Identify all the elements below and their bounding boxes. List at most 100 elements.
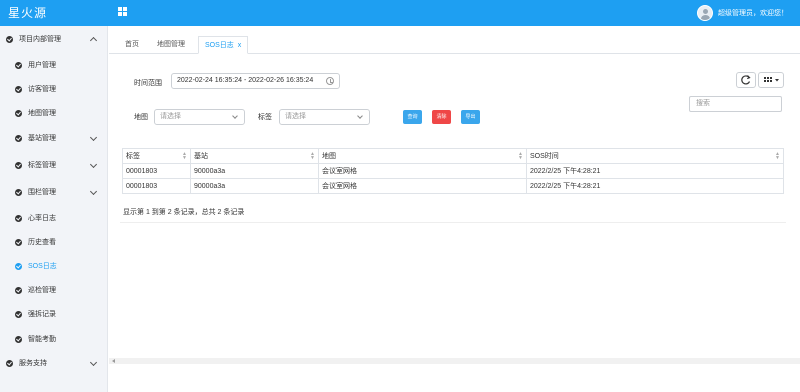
time-range-value: 2022-02-24 16:35:24 - 2022-02-26 16:35:2… <box>177 77 314 84</box>
time-range-label: 时间范围 <box>134 80 162 87</box>
time-range-input[interactable]: 2022-02-24 16:35:24 - 2022-02-26 16:35:2… <box>171 73 340 89</box>
sidebar-item-label: 基站管理 <box>28 135 56 142</box>
tab-map-management[interactable]: 地图管理 <box>151 36 191 54</box>
check-circle-icon <box>6 35 13 43</box>
check-circle-icon <box>15 161 22 169</box>
columns-toggle-button[interactable] <box>758 72 784 88</box>
search-placeholder: 搜索 <box>696 100 710 107</box>
sort-icon: ▲ ▼ <box>518 151 523 161</box>
close-icon[interactable]: x <box>238 42 242 49</box>
horizontal-scrollbar[interactable] <box>109 358 800 364</box>
sidebar-item-fences[interactable]: 围栏管理 <box>0 179 107 205</box>
sidebar-item-users[interactable]: 用户管理 <box>0 52 107 78</box>
tab-label: 首页 <box>125 41 139 48</box>
sidebar-item-label: 地图管理 <box>28 110 56 117</box>
sidebar-item-base-stations[interactable]: 基站管理 <box>0 125 107 151</box>
sidebar-item-tamper-records[interactable]: 强拆记录 <box>0 301 107 327</box>
sidebar-item-visitors[interactable]: 访客管理 <box>0 76 107 102</box>
chevron-down-icon <box>357 113 363 119</box>
chevron-up-icon <box>89 36 98 45</box>
sidebar-item-attendance[interactable]: 智能考勤 <box>0 326 107 352</box>
map-select-placeholder: 请选择 <box>160 113 181 120</box>
check-circle-icon <box>15 61 22 69</box>
tag-select[interactable]: 请选择 <box>279 109 370 125</box>
chevron-down-icon <box>89 160 98 169</box>
sidebar-item-tags[interactable]: 标签管理 <box>0 152 107 178</box>
column-header-map[interactable]: 地图 ▲ ▼ <box>318 148 527 164</box>
avatar[interactable] <box>697 5 713 21</box>
table-cell: 90000a3a <box>190 178 319 194</box>
clear-button[interactable]: 清除 <box>432 110 451 124</box>
tag-select-placeholder: 请选择 <box>285 113 306 120</box>
table-cell: 会议室网格 <box>318 163 527 179</box>
check-circle-icon <box>6 359 13 367</box>
check-circle-icon <box>15 134 22 142</box>
table-search-input[interactable]: 搜索 <box>689 96 782 112</box>
sidebar-item-service-support[interactable]: 服务支持 <box>0 350 107 376</box>
chevron-down-icon <box>89 187 98 196</box>
top-navbar: 星火源 超级管理员，欢迎您！ <box>0 0 800 26</box>
column-header-base-station[interactable]: 基站 ▲ ▼ <box>190 148 319 164</box>
sos-log-table: 标签 ▲ ▼ 基站 ▲ ▼ 地图 ▲ ▼ SOS时间 ▲ ▼ 00001803 90000a3a… <box>122 148 784 194</box>
check-circle-icon <box>15 262 22 270</box>
check-circle-icon <box>15 310 22 318</box>
refresh-button[interactable] <box>736 72 756 88</box>
menu-grid-icon[interactable] <box>118 7 128 17</box>
sidebar-item-label: 围栏管理 <box>28 189 56 196</box>
column-header-label: 基站 <box>194 153 208 160</box>
sidebar-item-inspection[interactable]: 巡检管理 <box>0 277 107 303</box>
column-header-label: 地图 <box>322 153 336 160</box>
sort-icon: ▲ ▼ <box>182 151 187 161</box>
table-cell: 00001803 <box>122 178 191 194</box>
tab-sos-log[interactable]: SOS日志 x <box>198 36 249 54</box>
table-cell: 2022/2/25 下午4:28:21 <box>526 163 784 179</box>
map-label: 地图 <box>134 114 148 121</box>
grid-columns-icon <box>764 77 779 82</box>
sidebar-item-maps[interactable]: 地图管理 <box>0 100 107 126</box>
chevron-down-icon <box>89 133 98 142</box>
sidebar-item-label: 历史查看 <box>28 239 56 246</box>
table-cell: 90000a3a <box>190 163 319 179</box>
column-header-label: 标签 <box>126 153 140 160</box>
table-cell: 会议室网格 <box>318 178 527 194</box>
tab-label: SOS日志 <box>205 42 234 49</box>
check-circle-icon <box>15 335 22 343</box>
clock-icon <box>326 77 334 85</box>
sidebar-item-label: 心率日志 <box>28 215 56 222</box>
column-header-tag[interactable]: 标签 ▲ ▼ <box>122 148 191 164</box>
sidebar-item-history[interactable]: 历史查看 <box>0 229 107 255</box>
sidebar-item-label: 服务支持 <box>19 360 47 367</box>
column-header-sos-time[interactable]: SOS时间 ▲ ▼ <box>526 148 784 164</box>
query-button[interactable]: 查询 <box>403 110 422 124</box>
check-circle-icon <box>15 286 22 294</box>
sidebar-item-label: 智能考勤 <box>28 336 56 343</box>
chevron-down-icon <box>232 113 238 119</box>
sidebar-item-label: 强拆记录 <box>28 311 56 318</box>
divider <box>120 222 786 223</box>
user-menu[interactable]: 超级管理员，欢迎您！ <box>697 3 788 23</box>
brand-logo-text[interactable]: 星火源 <box>0 0 108 26</box>
tab-label: 地图管理 <box>157 41 185 48</box>
table-row[interactable]: 00001803 90000a3a 会议室网格 2022/2/25 下午4:28… <box>122 178 784 194</box>
table-row[interactable]: 00001803 90000a3a 会议室网格 2022/2/25 下午4:28… <box>122 163 784 179</box>
sidebar: 项目内部管理 用户管理 访客管理 地图管理 基站管理 标签管理 围栏管理 心率日… <box>0 26 108 392</box>
table-cell: 00001803 <box>122 163 191 179</box>
export-button[interactable]: 导出 <box>461 110 480 124</box>
sidebar-item-project-internal[interactable]: 项目内部管理 <box>0 26 107 52</box>
check-circle-icon <box>15 188 22 196</box>
refresh-icon <box>741 75 751 85</box>
chevron-down-icon <box>89 358 98 367</box>
map-select[interactable]: 请选择 <box>154 109 245 125</box>
pagination-info: 显示第 1 到第 2 条记录，总共 2 条记录 <box>123 209 245 216</box>
check-circle-icon <box>15 214 22 222</box>
tab-bar: 首页 地图管理 SOS日志 x <box>109 26 800 54</box>
sort-icon: ▲ ▼ <box>775 151 780 161</box>
table-cell: 2022/2/25 下午4:28:21 <box>526 178 784 194</box>
tag-label: 标签 <box>258 114 272 121</box>
sidebar-item-label: 用户管理 <box>28 62 56 69</box>
sidebar-item-label: 标签管理 <box>28 162 56 169</box>
sidebar-item-sos-log[interactable]: SOS日志 <box>0 253 107 279</box>
column-header-label: SOS时间 <box>530 153 559 160</box>
sidebar-item-heart-rate-log[interactable]: 心率日志 <box>0 205 107 231</box>
tab-home[interactable]: 首页 <box>119 36 145 54</box>
